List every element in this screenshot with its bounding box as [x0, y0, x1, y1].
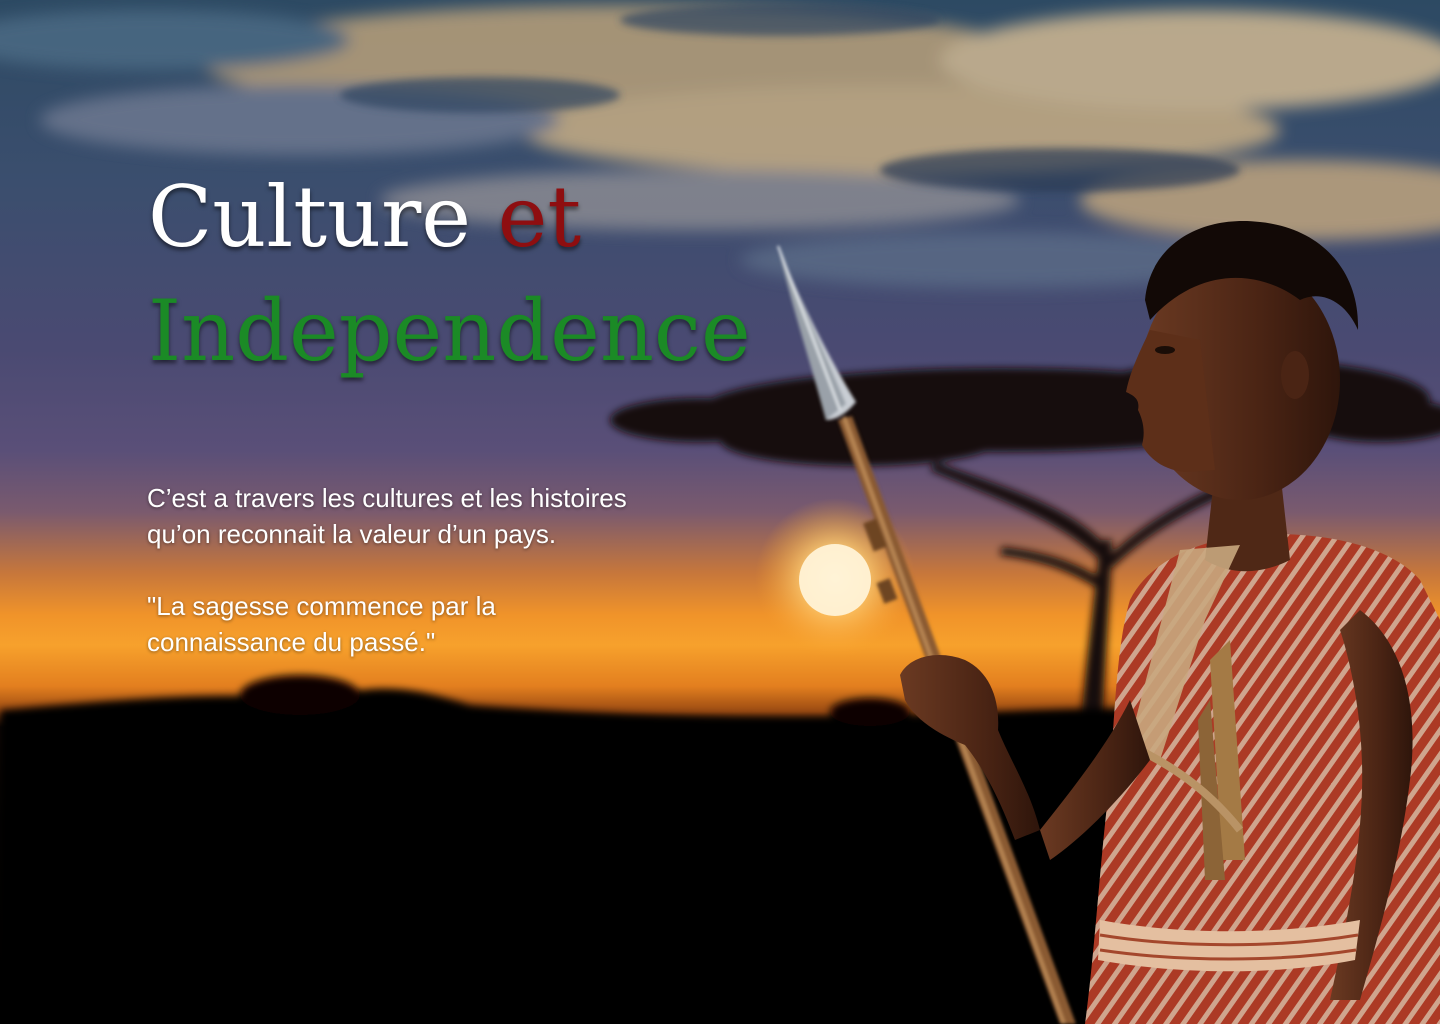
title-line-2: Independence [148, 276, 908, 386]
hero-paragraph-line-1: C’est a travers les cultures et les hist… [147, 483, 627, 513]
title-word-et: et [497, 168, 582, 266]
hero-quote-line-1: "La sagesse commence par la [147, 591, 496, 621]
hero-body: C’est a travers les cultures et les hist… [147, 480, 767, 660]
hero-paragraph: C’est a travers les cultures et les hist… [147, 480, 767, 552]
title-word-independence: Independence [148, 282, 751, 380]
hero-section: Culture et Independence C’est a travers … [0, 0, 1440, 1024]
hero-quote: "La sagesse commence par la connaissance… [147, 588, 767, 660]
title-word-culture: Culture [148, 168, 471, 266]
hero-title: Culture et Independence [148, 162, 908, 386]
title-line-1: Culture et [148, 162, 908, 272]
hero-quote-line-2: connaissance du passé." [147, 627, 436, 657]
hero-paragraph-line-2: qu’on reconnait la valeur d’un pays. [147, 519, 557, 549]
